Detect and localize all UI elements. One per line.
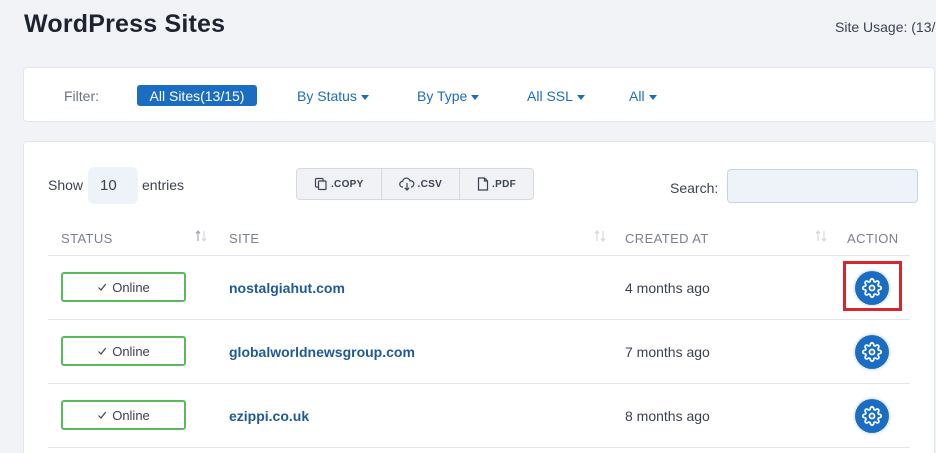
filter-all-sites-button[interactable]: All Sites(13/15): [137, 85, 257, 106]
column-header-site[interactable]: SITE: [229, 231, 260, 246]
gear-icon: [862, 406, 882, 426]
sort-icon[interactable]: [593, 229, 607, 243]
column-header-action: ACTION: [847, 231, 899, 246]
filter-all-dropdown[interactable]: All: [629, 88, 657, 104]
entries-select[interactable]: 10: [88, 167, 138, 204]
row-divider: [48, 383, 910, 384]
pdf-button[interactable]: .PDF: [460, 169, 533, 199]
filter-bar: Filter: All Sites(13/15) By Status By Ty…: [23, 67, 935, 122]
caret-down-icon: [471, 94, 480, 100]
copy-button[interactable]: .COPY: [297, 169, 382, 199]
filter-label: Filter:: [64, 88, 99, 104]
site-settings-button[interactable]: [855, 335, 889, 369]
site-settings-button[interactable]: [855, 399, 889, 433]
check-icon: [98, 411, 107, 419]
pdf-button-label: .PDF: [492, 178, 517, 190]
created-at-value: 8 months ago: [625, 408, 710, 424]
filter-by-type-label: By Type: [417, 88, 468, 104]
sort-icon[interactable]: [194, 229, 208, 243]
highlight-box: [843, 261, 902, 311]
filter-by-status-label: By Status: [297, 88, 357, 104]
sort-icon[interactable]: [814, 229, 828, 243]
csv-button[interactable]: .CSV: [382, 169, 461, 199]
created-at-value: 4 months ago: [625, 280, 710, 296]
gear-icon: [862, 342, 882, 362]
check-icon: [98, 283, 107, 291]
status-label: Online: [112, 407, 150, 423]
site-usage-label: Site Usage: (13/: [835, 19, 936, 35]
csv-button-label: .CSV: [417, 178, 443, 190]
filter-by-status-dropdown[interactable]: By Status: [297, 88, 369, 104]
caret-down-icon: [648, 94, 657, 100]
export-button-group: .COPY .CSV .PDF: [296, 168, 534, 200]
filter-by-type-dropdown[interactable]: By Type: [417, 88, 480, 104]
caret-down-icon: [576, 94, 585, 100]
copy-button-label: .COPY: [330, 178, 364, 190]
site-link[interactable]: globalworldnewsgroup.com: [229, 344, 415, 360]
site-link[interactable]: nostalgiahut.com: [229, 280, 345, 296]
status-badge: Online: [61, 272, 186, 302]
status-badge: Online: [61, 336, 186, 366]
site-link[interactable]: ezippi.co.uk: [229, 408, 309, 424]
file-icon: [477, 177, 489, 191]
created-at-value: 7 months ago: [625, 344, 710, 360]
search-label: Search:: [670, 180, 719, 196]
row-divider: [48, 319, 910, 320]
divider: [48, 255, 910, 256]
search-input[interactable]: [727, 169, 918, 203]
copy-icon: [314, 177, 327, 191]
page-title: WordPress Sites: [24, 10, 226, 38]
status-badge: Online: [61, 400, 186, 430]
row-divider: [48, 447, 910, 448]
column-header-status[interactable]: STATUS: [61, 231, 113, 246]
entries-label: entries: [142, 177, 185, 193]
check-icon: [98, 347, 107, 355]
filter-all-ssl-label: All SSL: [527, 88, 573, 104]
status-label: Online: [112, 279, 150, 295]
status-label: Online: [112, 343, 150, 359]
cloud-download-icon: [398, 177, 415, 191]
column-header-created-at[interactable]: CREATED AT: [625, 231, 709, 246]
filter-all-label: All: [629, 88, 645, 104]
caret-down-icon: [360, 94, 369, 100]
filter-all-ssl-dropdown[interactable]: All SSL: [527, 88, 585, 104]
sites-table-card: Show 10 entries .COPY .CSV .PDF Search: …: [23, 141, 935, 453]
show-label: Show: [48, 177, 84, 193]
